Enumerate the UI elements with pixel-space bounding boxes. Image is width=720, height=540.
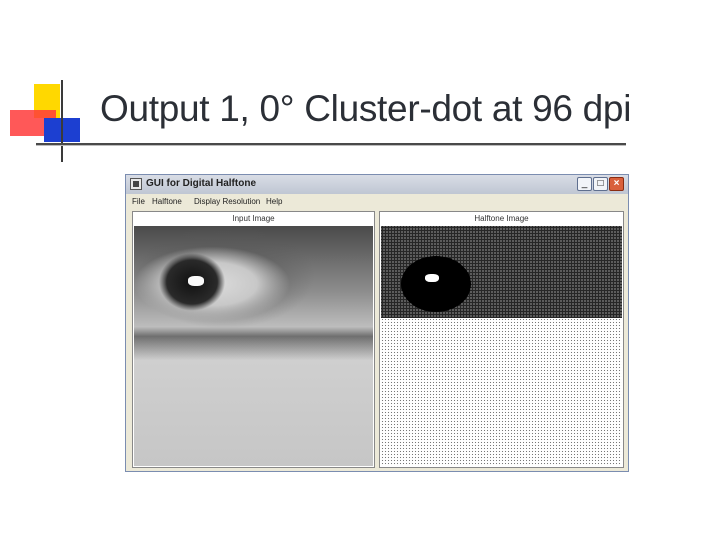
decor-vertical-line (61, 80, 63, 162)
input-eye-photo (134, 226, 373, 466)
halftone-light-region (381, 318, 622, 466)
halftone-image-label: Halftone Image (474, 214, 529, 223)
window-title: GUI for Digital Halftone (146, 178, 256, 189)
halftone-eye-iris (401, 256, 471, 312)
input-image-label: Input Image (232, 214, 275, 223)
slide-title: Output 1, 0° Cluster-dot at 96 dpi (100, 88, 632, 129)
menu-help[interactable]: Help (266, 197, 282, 206)
input-image-panel: Input Image (132, 211, 375, 468)
input-eye-highlight (188, 276, 204, 286)
halftone-image (381, 226, 622, 466)
close-button[interactable]: × (609, 177, 624, 191)
input-image (134, 226, 373, 466)
halftone-image-panel: Halftone Image (379, 211, 624, 468)
halftone-eye-highlight (425, 274, 439, 282)
app-window: GUI for Digital Halftone _ □ × File Half… (125, 174, 629, 472)
title-underline-shadow (36, 145, 626, 146)
menu-bar: File Halftone Display Resolution Help (126, 194, 628, 208)
menu-halftone[interactable]: Halftone (152, 197, 182, 206)
menu-display-resolution[interactable]: Display Resolution (194, 197, 260, 206)
app-icon (130, 178, 142, 190)
menu-file[interactable]: File (132, 197, 145, 206)
maximize-button[interactable]: □ (593, 177, 608, 191)
window-titlebar[interactable]: GUI for Digital Halftone _ □ × (126, 175, 628, 195)
minimize-button[interactable]: _ (577, 177, 592, 191)
